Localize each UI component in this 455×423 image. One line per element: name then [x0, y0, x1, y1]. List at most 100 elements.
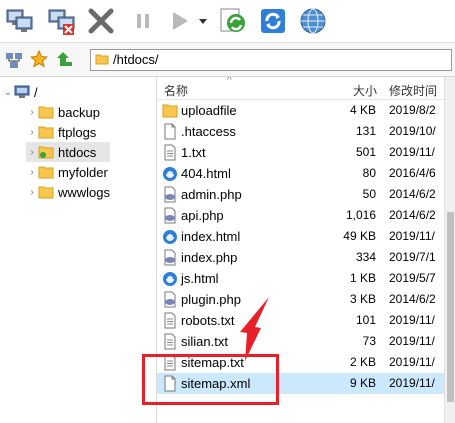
- folder-icon: [38, 106, 54, 119]
- php-icon: [162, 291, 178, 308]
- folder-icon: [38, 166, 54, 179]
- file-date: 2019/7/1: [389, 250, 436, 264]
- browser-icon: [162, 228, 178, 245]
- file-name: js.html: [181, 271, 219, 286]
- globe-icon[interactable]: [296, 4, 330, 38]
- address-field[interactable]: /htdocs/: [90, 49, 452, 71]
- chevron-right-icon[interactable]: ›: [26, 187, 38, 198]
- file-name: 404.html: [181, 166, 231, 181]
- file-size: 3 KB: [349, 292, 376, 306]
- connect-icon[interactable]: [2, 4, 36, 38]
- column-modified-header[interactable]: 修改时间: [389, 82, 437, 99]
- file-date: 2019/11/: [389, 313, 435, 327]
- scrollbar-thumb[interactable]: [447, 212, 454, 402]
- file-size: 49 KB: [343, 229, 376, 243]
- file-size: 1 KB: [349, 271, 376, 285]
- address-bar: /htdocs/: [0, 43, 455, 77]
- file-row[interactable]: .htaccess 131 2019/10/: [157, 121, 444, 142]
- file-size: 1,016: [345, 208, 376, 222]
- chevron-right-icon[interactable]: ›: [26, 147, 38, 158]
- text-icon: [162, 312, 178, 329]
- column-header: 名称 ^ 大小 修改时间: [157, 77, 444, 100]
- file-size: 2 KB: [349, 355, 376, 369]
- disconnect-icon[interactable]: [44, 4, 78, 38]
- tree-item-label: myfolder: [58, 164, 108, 180]
- file-row[interactable]: index.html 49 KB 2019/11/: [157, 226, 444, 247]
- file-date: 2014/6/2: [389, 292, 436, 306]
- up-folder-icon[interactable]: [56, 50, 74, 71]
- file-date: 2019/11/: [389, 145, 435, 159]
- file-size: 131: [355, 124, 376, 138]
- annotation-arrow-icon: [240, 297, 269, 361]
- chevron-right-icon[interactable]: ›: [26, 127, 38, 138]
- file-name: 1.txt: [181, 145, 206, 160]
- refresh-icon[interactable]: [256, 4, 290, 38]
- file-size: 80: [362, 166, 376, 180]
- chevron-down-icon[interactable]: ⌄: [2, 87, 14, 98]
- file-row[interactable]: index.php 334 2019/7/1: [157, 247, 444, 268]
- vertical-scrollbar[interactable]: [444, 77, 455, 423]
- tree-item-myfolder[interactable]: › myfolder: [26, 162, 108, 182]
- file-row[interactable]: uploadfile 4 KB 2019/8/2: [157, 100, 444, 121]
- file-size: 101: [355, 313, 376, 327]
- php-icon: [162, 207, 178, 224]
- browser-icon: [162, 165, 178, 182]
- file-row[interactable]: admin.php 50 2014/6/2: [157, 184, 444, 205]
- file-date: 2014/6/2: [389, 187, 436, 201]
- tree-item-label: backup: [58, 104, 100, 120]
- address-path: /htdocs/: [113, 52, 159, 67]
- chevron-right-icon[interactable]: ›: [26, 167, 38, 178]
- file-row[interactable]: robots.txt 101 2019/11/: [157, 310, 444, 331]
- file-row[interactable]: js.html 1 KB 2019/5/7: [157, 268, 444, 289]
- tree-item-root[interactable]: ⌄ /: [2, 82, 38, 102]
- file-name: admin.php: [181, 187, 242, 202]
- browser-icon: [162, 270, 178, 287]
- column-name-header[interactable]: 名称: [164, 82, 188, 99]
- file-date: 2019/11/: [389, 355, 435, 369]
- file-date: 2019/8/2: [389, 103, 436, 117]
- pause-icon[interactable]: [126, 4, 160, 38]
- tree-item-label: /: [34, 84, 38, 100]
- tree-item-label: htdocs: [58, 144, 97, 160]
- file-date: 2019/10/: [389, 124, 436, 138]
- file-name: uploadfile: [181, 103, 237, 118]
- file-date: 2019/11/: [389, 376, 435, 390]
- dropdown-icon[interactable]: [195, 4, 211, 38]
- folder-icon: [38, 186, 54, 199]
- column-size-header[interactable]: 大小: [353, 82, 377, 99]
- sync-download-icon[interactable]: [216, 4, 250, 38]
- close-icon[interactable]: [84, 4, 118, 38]
- tree-item-wwwlogs[interactable]: › wwwlogs: [26, 182, 110, 202]
- file-size: 4 KB: [349, 103, 376, 117]
- folder-icon: [95, 54, 109, 65]
- file-row[interactable]: 404.html 80 2016/4/6: [157, 163, 444, 184]
- file-name: api.php: [181, 208, 224, 223]
- file-size: 73: [362, 334, 376, 348]
- tree-item-ftplogs[interactable]: › ftplogs: [26, 122, 96, 142]
- network-icon[interactable]: [5, 51, 23, 72]
- php-icon: [162, 186, 178, 203]
- file-date: 2019/11/: [389, 334, 435, 348]
- file-size: 501: [355, 145, 376, 159]
- favorites-icon[interactable]: [29, 49, 49, 71]
- chevron-right-icon[interactable]: ›: [26, 107, 38, 118]
- file-row[interactable]: plugin.php 3 KB 2014/6/2: [157, 289, 444, 310]
- tree-item-label: ftplogs: [58, 124, 97, 140]
- file-row[interactable]: 1.txt 501 2019/11/: [157, 142, 444, 163]
- file-name: silian.txt: [181, 334, 228, 349]
- tree-item-htdocs[interactable]: › htdocs: [26, 142, 110, 162]
- file-size: 334: [355, 250, 376, 264]
- file-size: 9 KB: [349, 376, 376, 390]
- folder-tree: ⌄ / › backup › ftplogs › htdocs › myfold…: [0, 77, 157, 423]
- text-icon: [162, 333, 178, 350]
- folder-icon: [38, 126, 54, 139]
- computer-icon: [14, 85, 30, 98]
- folder-icon: [162, 102, 178, 119]
- tree-item-backup[interactable]: › backup: [26, 102, 100, 122]
- play-icon[interactable]: [162, 4, 196, 38]
- sort-up-icon: ^: [227, 77, 232, 86]
- file-name: .htaccess: [181, 124, 236, 139]
- file-row[interactable]: api.php 1,016 2014/6/2: [157, 205, 444, 226]
- file-row[interactable]: silian.txt 73 2019/11/: [157, 331, 444, 352]
- text-icon: [162, 144, 178, 161]
